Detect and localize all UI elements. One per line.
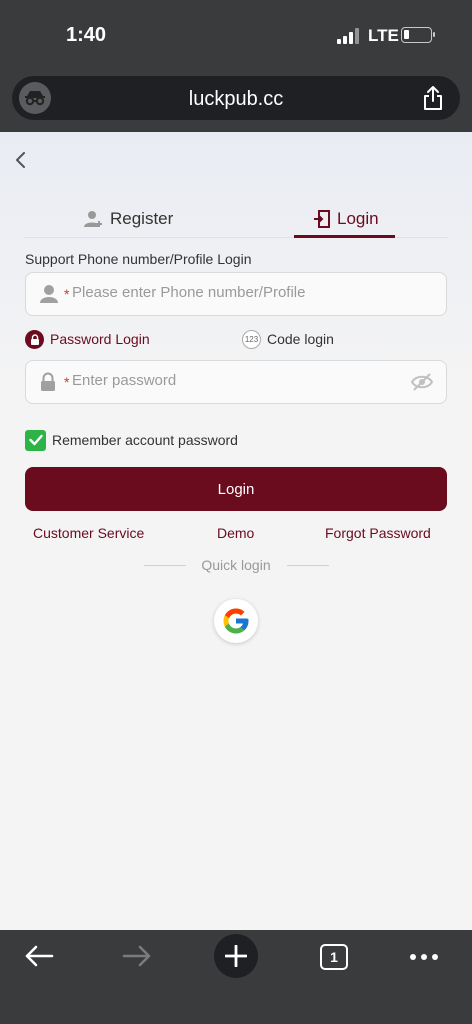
new-tab-button[interactable] — [214, 934, 258, 978]
url-text[interactable]: luckpub.cc — [12, 88, 460, 111]
register-user-icon — [84, 211, 102, 227]
plus-icon — [225, 945, 247, 967]
signal-icon — [337, 28, 359, 44]
login-door-icon — [314, 210, 330, 228]
tab-register[interactable]: Register — [84, 202, 173, 236]
remember-checkbox[interactable] — [25, 429, 46, 451]
battery-icon — [401, 27, 435, 43]
status-bar: 1:40 LTE — [0, 0, 472, 72]
google-icon — [223, 608, 249, 634]
browser-forward-icon[interactable] — [122, 944, 152, 973]
google-login-button[interactable] — [214, 599, 258, 643]
phone-field[interactable]: * — [25, 272, 447, 316]
remember-label: Remember account password — [52, 432, 238, 448]
tab-login[interactable]: Login — [313, 202, 379, 236]
code-login-option[interactable]: 123 Code login — [242, 328, 334, 350]
password-input[interactable] — [72, 372, 402, 389]
browser-back-icon[interactable] — [24, 944, 54, 973]
forgot-password-link[interactable]: Forgot Password — [325, 525, 431, 541]
password-login-option[interactable]: Password Login — [25, 328, 150, 350]
phone-input[interactable] — [72, 284, 402, 301]
code-login-label: Code login — [267, 331, 334, 347]
eye-hidden-icon[interactable] — [410, 373, 434, 391]
address-bar[interactable]: luckpub.cc — [12, 76, 460, 120]
lock-icon — [41, 372, 55, 391]
remember-option[interactable]: Remember account password — [25, 429, 238, 451]
required-mark: * — [64, 374, 70, 390]
quick-login-label: Quick login — [201, 557, 271, 573]
share-icon[interactable] — [422, 85, 446, 111]
customer-service-link[interactable]: Customer Service — [33, 525, 144, 541]
login-button[interactable]: Login — [25, 467, 447, 511]
login-page: Register Login Support Phone number/Prof… — [0, 132, 472, 930]
more-menu-icon[interactable] — [410, 954, 438, 960]
code-123-icon: 123 — [242, 329, 261, 349]
back-arrow-icon[interactable] — [14, 152, 28, 168]
checkmark-icon — [28, 434, 43, 446]
required-mark: * — [64, 286, 70, 302]
password-field[interactable]: * — [25, 360, 447, 404]
support-label: Support Phone number/Profile Login — [25, 251, 252, 267]
demo-link[interactable]: Demo — [217, 525, 254, 541]
divider-right — [287, 565, 329, 566]
network-label: LTE — [368, 26, 399, 45]
status-time: 1:40 — [66, 24, 107, 46]
tab-switcher-button[interactable]: 1 — [320, 944, 348, 970]
browser-address-area: luckpub.cc — [0, 72, 472, 132]
tab-login-label: Login — [337, 209, 379, 228]
user-icon — [40, 285, 58, 303]
tab-register-label: Register — [110, 209, 174, 228]
active-tab-indicator — [294, 235, 395, 238]
password-login-label: Password Login — [50, 331, 150, 347]
lock-badge-icon — [25, 329, 44, 349]
browser-toolbar: 1 — [0, 930, 472, 1024]
